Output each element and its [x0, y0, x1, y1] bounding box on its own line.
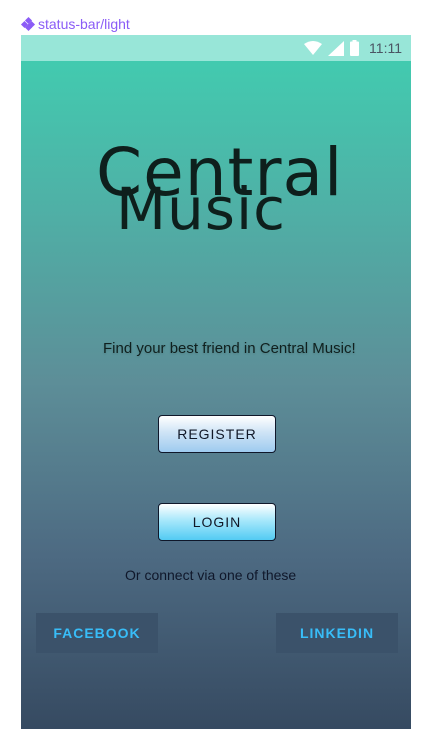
frame-label: status-bar/light [20, 16, 130, 32]
tagline: Find your best friend in Central Music! [103, 340, 356, 357]
component-icon [20, 16, 36, 32]
register-button[interactable]: REGISTER [158, 415, 276, 453]
login-button[interactable]: LOGIN [158, 503, 276, 541]
status-time: 11:11 [369, 40, 402, 56]
cell-signal-icon [328, 40, 345, 56]
facebook-button[interactable]: FACEBOOK [36, 613, 158, 653]
frame-label-text: status-bar/light [38, 16, 130, 32]
app-title-line-2: Music [116, 175, 287, 243]
linkedin-button[interactable]: LINKEDIN [276, 613, 398, 653]
status-bar: 11:11 [21, 35, 411, 61]
wifi-icon [304, 41, 323, 55]
battery-icon [350, 40, 360, 56]
connect-text: Or connect via one of these [125, 567, 297, 583]
phone-screen: 11:11 Central Music Find your best frien… [21, 35, 411, 729]
